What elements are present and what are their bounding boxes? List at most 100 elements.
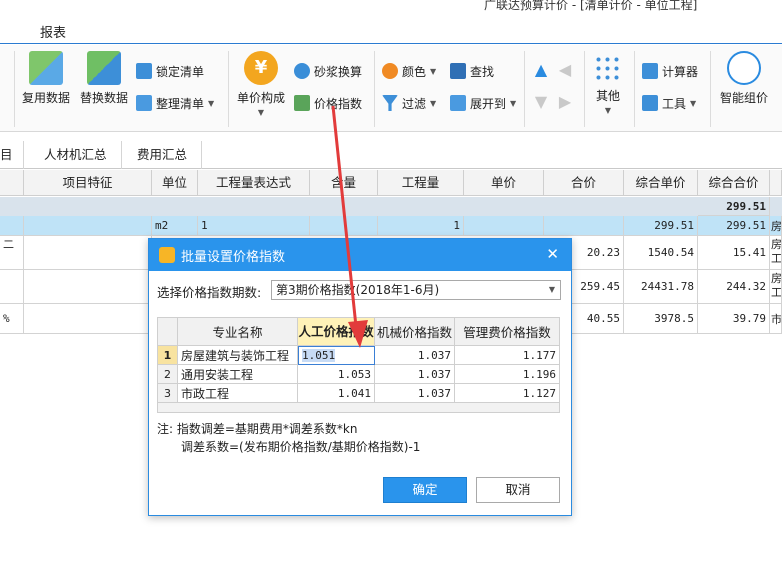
chevron-down-icon: ▼	[430, 98, 437, 108]
chevron-down-icon: ▼	[510, 98, 517, 108]
organize-list-icon	[136, 95, 152, 111]
lock-icon	[136, 63, 152, 79]
tab-labor-material-summary[interactable]: 人材机汇总	[30, 141, 122, 169]
app-icon	[159, 247, 175, 263]
cloud-icon	[727, 51, 761, 85]
mgmt-index-cell[interactable]: 1.127	[455, 384, 560, 403]
grid-header: 工程量	[378, 170, 464, 196]
reuse-data-icon	[29, 51, 63, 85]
smart-price-button[interactable]: 智能组价	[716, 51, 772, 106]
grid-header: 含量	[310, 170, 378, 196]
machine-index-cell[interactable]: 1.037	[375, 346, 455, 365]
tab-fee-summary[interactable]: 费用汇总	[123, 141, 203, 169]
note-coefficient: 调差系数=(发布期价格指数/基期价格指数)-1	[181, 440, 421, 454]
move-down-icon[interactable]: ▼	[532, 93, 550, 111]
chevron-down-icon: ▼	[690, 98, 697, 108]
cell-expr: 1	[198, 216, 310, 236]
mortar-convert-button[interactable]: 砂浆换算	[294, 61, 362, 81]
organize-list-button[interactable]: 整理清单 ▼	[136, 93, 214, 113]
ok-button[interactable]: 确定	[383, 477, 467, 503]
grid-header: 合价	[544, 170, 624, 196]
sub-tab-bar: 目 人材机汇总 费用汇总	[0, 141, 782, 169]
unit-price-button[interactable]: ¥ 单价构成 ▼	[234, 51, 288, 117]
labor-index-cell[interactable]: 1.041	[298, 384, 375, 403]
calculator-icon	[642, 63, 658, 79]
ribbon-toolbar: 复用数据 替换数据 锁定清单 整理清单 ▼ ¥ 单价构成 ▼ 砂浆换算 价格指数…	[0, 45, 782, 132]
chevron-down-icon: ▼	[430, 66, 437, 76]
dialog-title: 批量设置价格指数	[181, 250, 286, 265]
lock-list-button[interactable]: 锁定清单	[136, 61, 204, 81]
ribbon-separator	[14, 51, 15, 127]
reuse-data-button[interactable]: 复用数据	[20, 51, 72, 106]
cell-total-price: 299.51	[698, 216, 770, 236]
header-labor-index: 人工价格指数	[298, 318, 375, 346]
close-icon[interactable]: ✕	[546, 245, 559, 263]
grid-header: 综合合价	[698, 170, 770, 196]
labor-index-cell[interactable]: 1.053	[298, 365, 375, 384]
total-value: 299.51	[698, 197, 770, 216]
ribbon-separator	[710, 51, 711, 127]
grid-header	[770, 170, 782, 196]
chevron-down-icon: ▼	[208, 98, 215, 108]
yen-coin-icon: ¥	[244, 51, 278, 85]
binoculars-icon	[450, 63, 466, 79]
mortar-icon	[294, 63, 310, 79]
chevron-down-icon: ▼	[604, 106, 612, 115]
cell-unit-total: 24431.78	[624, 270, 698, 304]
labor-index-input[interactable]: 1.051	[298, 346, 375, 365]
chevron-down-icon: ▼	[257, 108, 265, 117]
table-row[interactable]: m2 1 1 299.51 299.51 房	[0, 216, 782, 236]
dialog-titlebar: 批量设置价格指数 ✕	[149, 239, 571, 271]
mgmt-index-cell[interactable]: 1.177	[455, 346, 560, 365]
palette-icon	[382, 63, 398, 79]
table-row-total[interactable]: 299.51	[0, 197, 782, 216]
mgmt-index-cell[interactable]: 1.196	[455, 365, 560, 384]
cell-unit-total: 299.51	[624, 216, 698, 236]
move-up-icon[interactable]: ▲	[532, 61, 550, 79]
ribbon-separator	[634, 51, 635, 127]
ribbon-separator	[524, 51, 525, 127]
tab-items[interactable]: 目	[0, 141, 24, 169]
price-index-icon	[294, 95, 310, 111]
cell-total-price: 15.41	[698, 236, 770, 270]
cancel-button[interactable]: 取消	[476, 477, 560, 503]
machine-index-cell[interactable]: 1.037	[375, 365, 455, 384]
cell-total-price: 244.32	[698, 270, 770, 304]
other-button[interactable]: 其他 ▼	[588, 51, 628, 115]
filter-button[interactable]: 过滤 ▼	[382, 93, 436, 113]
batch-price-index-dialog: 批量设置价格指数 ✕ 选择价格指数期数: 第3期价格指数(2018年1-6月) …	[148, 238, 572, 516]
grid-header: 工程量表达式	[198, 170, 310, 196]
find-button[interactable]: 查找	[450, 61, 494, 81]
cell-unit-total: 3978.5	[624, 304, 698, 334]
period-select[interactable]: 第3期价格指数(2018年1-6月) ▼	[271, 280, 561, 300]
tools-button[interactable]: 工具 ▼	[642, 93, 696, 113]
grid-header: 项目特征	[24, 170, 152, 196]
header-name: 专业名称	[178, 318, 298, 346]
move-left-icon[interactable]: ◀	[556, 61, 574, 79]
color-button[interactable]: 颜色 ▼	[382, 61, 436, 81]
ribbon-separator	[228, 51, 229, 127]
tools-icon	[642, 95, 658, 111]
chevron-down-icon: ▼	[548, 285, 555, 294]
cell-name: 通用安装工程	[178, 365, 298, 384]
ribbon-separator	[374, 51, 375, 127]
cell-lead: %	[0, 304, 24, 334]
price-index-button[interactable]: 价格指数	[294, 93, 362, 113]
machine-index-cell[interactable]: 1.037	[375, 384, 455, 403]
window-title: 广联达预算计价 - [清单计价 - 单位工程]	[484, 0, 698, 12]
move-right-icon[interactable]: ▶	[556, 93, 574, 111]
menu-tab-report[interactable]: 报表	[40, 22, 66, 41]
cell-tail: 市	[770, 304, 782, 334]
calculator-button[interactable]: 计算器	[642, 61, 698, 81]
cell-tail: 房工	[770, 236, 782, 270]
table-header-corner	[158, 318, 178, 346]
cell-unit: m2	[152, 216, 198, 236]
grid-icon	[594, 55, 622, 83]
expand-to-button[interactable]: 展开到 ▼	[450, 93, 516, 113]
cell-tail: 房工	[770, 270, 782, 304]
replace-data-button[interactable]: 替换数据	[78, 51, 130, 106]
expand-icon	[450, 95, 466, 111]
ribbon-separator	[584, 51, 585, 127]
header-machine-index: 机械价格指数	[375, 318, 455, 346]
filter-icon	[382, 95, 398, 111]
